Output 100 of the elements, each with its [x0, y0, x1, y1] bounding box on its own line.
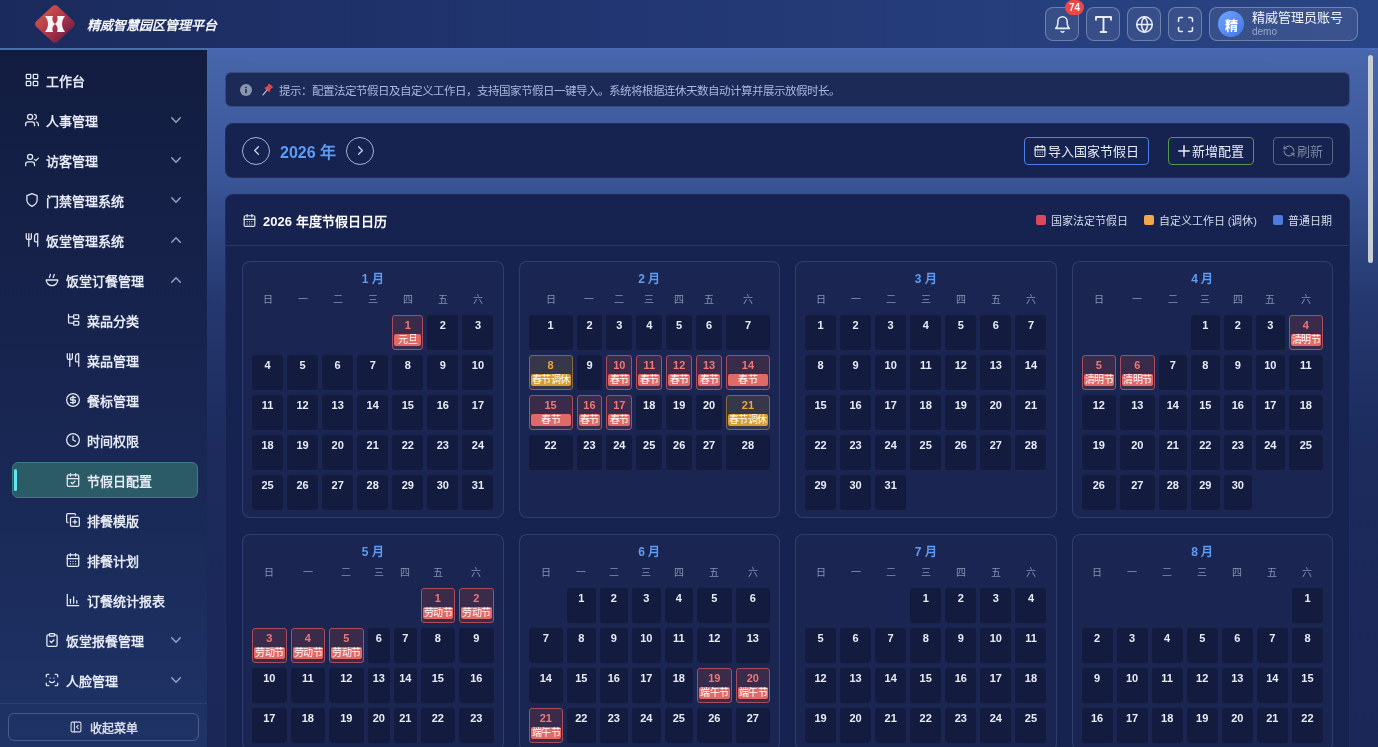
day-cell[interactable]: 20: [367, 708, 390, 743]
day-cell[interactable]: 22: [567, 708, 596, 743]
day-cell[interactable]: 21: [1015, 395, 1047, 430]
day-cell[interactable]: 13: [735, 628, 770, 663]
day-cell[interactable]: 29: [1191, 475, 1220, 510]
day-cell[interactable]: 8 春节调休: [528, 355, 573, 390]
day-cell[interactable]: 9: [1223, 355, 1252, 390]
day-cell[interactable]: 8: [392, 355, 424, 390]
day-cell[interactable]: 13: [322, 395, 354, 430]
sidebar-item[interactable]: 人事管理: [12, 102, 198, 138]
day-cell[interactable]: 16: [427, 395, 459, 430]
sidebar-item[interactable]: 饭堂报餐管理: [12, 622, 198, 658]
day-cell[interactable]: 21: [357, 435, 389, 470]
day-cell[interactable]: 6: [1221, 628, 1253, 663]
day-cell[interactable]: 24: [1256, 435, 1285, 470]
day-cell[interactable]: 10: [1256, 355, 1285, 390]
day-cell[interactable]: 19: [1186, 708, 1218, 743]
day-cell[interactable]: 16: [1223, 395, 1252, 430]
day-cell[interactable]: 15: [420, 668, 455, 703]
day-cell[interactable]: 19: [945, 395, 977, 430]
day-cell[interactable]: 7: [357, 355, 389, 390]
day-cell[interactable]: 18: [290, 708, 325, 743]
day-cell[interactable]: 2: [1081, 628, 1113, 663]
font-size-button[interactable]: [1086, 7, 1120, 41]
sidebar-item[interactable]: 时间权限: [12, 422, 198, 458]
day-cell[interactable]: 12: [945, 355, 977, 390]
day-cell[interactable]: 2: [599, 588, 628, 623]
day-cell[interactable]: 11: [1151, 668, 1183, 703]
day-cell[interactable]: 15: [1191, 395, 1220, 430]
day-cell[interactable]: 13: [1221, 668, 1253, 703]
day-cell[interactable]: 27: [1120, 475, 1155, 510]
day-cell[interactable]: 5: [666, 315, 693, 350]
day-cell[interactable]: 9: [599, 628, 628, 663]
day-cell[interactable]: 16: [1081, 708, 1113, 743]
day-cell[interactable]: 12 春节: [666, 355, 693, 390]
day-cell[interactable]: 27: [735, 708, 770, 743]
day-cell[interactable]: 10: [462, 355, 494, 390]
day-cell[interactable]: 1: [1191, 315, 1220, 350]
collapse-menu-button[interactable]: 收起菜单: [8, 713, 199, 741]
sidebar-item[interactable]: 菜品管理: [12, 342, 198, 378]
day-cell[interactable]: 21 端午节: [528, 708, 563, 743]
day-cell[interactable]: 7: [875, 628, 907, 663]
day-cell[interactable]: 4: [664, 588, 693, 623]
scrollbar-thumb[interactable]: [1368, 55, 1373, 263]
day-cell[interactable]: 12: [805, 668, 837, 703]
day-cell[interactable]: 2: [945, 588, 977, 623]
day-cell[interactable]: 11: [1288, 355, 1323, 390]
day-cell[interactable]: 7: [1015, 315, 1047, 350]
day-cell[interactable]: 14: [357, 395, 389, 430]
day-cell[interactable]: 3: [462, 315, 494, 350]
day-cell[interactable]: 1 元旦: [392, 315, 424, 350]
day-cell[interactable]: 9: [427, 355, 459, 390]
day-cell[interactable]: 4: [636, 315, 663, 350]
day-cell[interactable]: 14: [875, 668, 907, 703]
day-cell[interactable]: 3: [875, 315, 907, 350]
day-cell[interactable]: 2: [840, 315, 872, 350]
day-cell[interactable]: 4: [910, 315, 942, 350]
day-cell[interactable]: 23: [945, 708, 977, 743]
day-cell[interactable]: 20: [1221, 708, 1253, 743]
day-cell[interactable]: 4: [252, 355, 284, 390]
day-cell[interactable]: 28: [357, 475, 389, 510]
day-cell[interactable]: 15: [567, 668, 596, 703]
day-cell[interactable]: 22: [420, 708, 455, 743]
day-cell[interactable]: 11: [1015, 628, 1047, 663]
day-cell[interactable]: 8: [1291, 628, 1323, 663]
day-cell[interactable]: 17: [1116, 708, 1148, 743]
day-cell[interactable]: 19: [805, 708, 837, 743]
day-cell[interactable]: 9: [576, 355, 603, 390]
day-cell[interactable]: 19: [666, 395, 693, 430]
day-cell[interactable]: 9: [459, 628, 494, 663]
day-cell[interactable]: 24: [632, 708, 661, 743]
day-cell[interactable]: 23: [576, 435, 603, 470]
day-cell[interactable]: 19 端午节: [697, 668, 732, 703]
day-cell[interactable]: 27: [980, 435, 1012, 470]
day-cell[interactable]: 9: [945, 628, 977, 663]
day-cell[interactable]: 25: [664, 708, 693, 743]
day-cell[interactable]: 12: [1186, 668, 1218, 703]
day-cell[interactable]: 8: [1191, 355, 1220, 390]
day-cell[interactable]: 21 春节调休: [726, 395, 770, 430]
day-cell[interactable]: 5: [805, 628, 837, 663]
day-cell[interactable]: 5: [945, 315, 977, 350]
import-holidays-button[interactable]: 导入国家节假日: [1024, 136, 1149, 165]
day-cell[interactable]: 10: [875, 355, 907, 390]
sidebar-item[interactable]: 饭堂订餐管理: [12, 262, 198, 298]
day-cell[interactable]: 2: [576, 315, 603, 350]
day-cell[interactable]: 11: [910, 355, 942, 390]
day-cell[interactable]: 11: [252, 395, 284, 430]
day-cell[interactable]: 26: [287, 475, 319, 510]
day-cell[interactable]: 25: [1015, 708, 1047, 743]
day-cell[interactable]: 17: [980, 668, 1012, 703]
day-cell[interactable]: 17: [252, 708, 287, 743]
day-cell[interactable]: 28: [726, 435, 770, 470]
day-cell[interactable]: 13: [840, 668, 872, 703]
day-cell[interactable]: 6: [696, 315, 722, 350]
day-cell[interactable]: 15 春节: [528, 395, 573, 430]
day-cell[interactable]: 28: [1015, 435, 1047, 470]
day-cell[interactable]: 10: [252, 668, 287, 703]
day-cell[interactable]: 18: [636, 395, 663, 430]
day-cell[interactable]: 14: [1158, 395, 1187, 430]
day-cell[interactable]: 24: [875, 435, 907, 470]
